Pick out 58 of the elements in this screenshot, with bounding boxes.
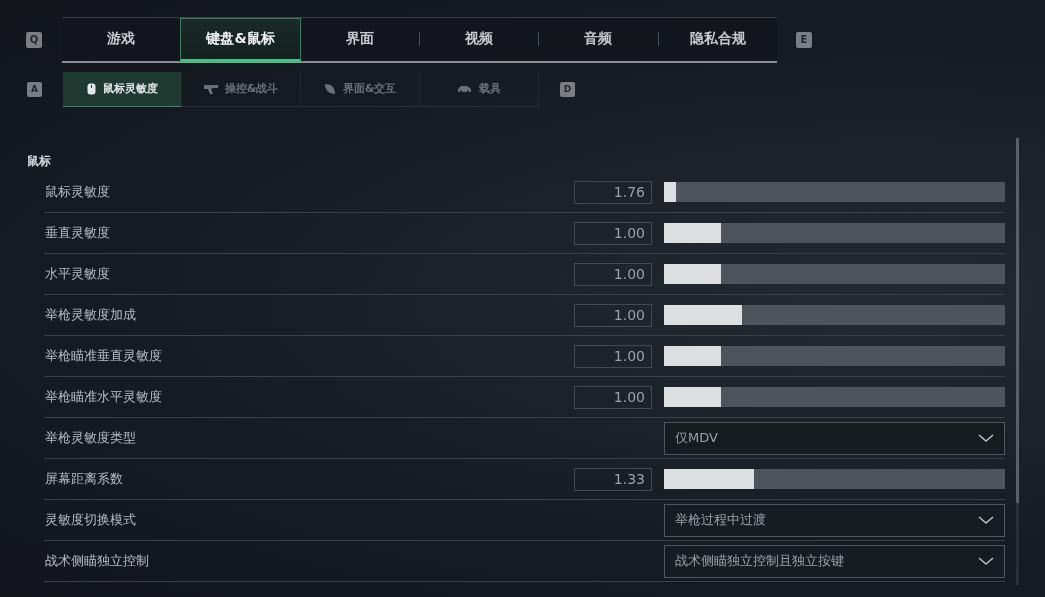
slider-fill[interactable] bbox=[664, 223, 721, 243]
chevron-down-icon bbox=[978, 433, 994, 443]
slider-fill[interactable] bbox=[664, 346, 721, 366]
slider-track[interactable] bbox=[664, 469, 1005, 489]
chevron-down-icon bbox=[978, 515, 994, 525]
value-field[interactable]: 1.76 bbox=[574, 180, 652, 204]
chevron-down-icon bbox=[978, 556, 994, 566]
setting-label: 屏幕距离系数 bbox=[44, 470, 124, 488]
car-icon bbox=[457, 83, 472, 94]
subtab[interactable]: 操控&战斗 bbox=[182, 71, 301, 106]
slider-fill[interactable] bbox=[664, 305, 743, 325]
scrollbar[interactable] bbox=[1016, 138, 1019, 585]
dropdown[interactable]: 战术侧瞄独立控制且独立按键 bbox=[664, 544, 1005, 578]
slider-fill[interactable] bbox=[664, 264, 721, 284]
value-field[interactable]: 1.33 bbox=[574, 467, 652, 491]
gun-icon bbox=[203, 83, 218, 94]
setting-label: 垂直灵敏度 bbox=[44, 224, 111, 242]
tab[interactable]: 界面 bbox=[300, 17, 419, 61]
key-hint[interactable]: E bbox=[796, 31, 812, 48]
slider-track[interactable] bbox=[664, 223, 1005, 243]
setting-label: 战术侧瞄独立控制 bbox=[44, 552, 150, 570]
section-title: 鼠标 bbox=[27, 153, 52, 170]
subtab[interactable]: 鼠标灵敏度 bbox=[63, 71, 182, 107]
slider-fill[interactable] bbox=[664, 182, 676, 202]
subtab[interactable]: 载具 bbox=[420, 71, 539, 106]
value-field[interactable]: 1.00 bbox=[574, 303, 652, 327]
value-field[interactable]: 1.00 bbox=[574, 221, 652, 245]
value-field[interactable]: 1.00 bbox=[574, 385, 652, 409]
slider-track[interactable] bbox=[664, 305, 1005, 325]
subtab[interactable]: 界面&交互 bbox=[301, 71, 420, 106]
setting-label: 举枪瞄准水平灵敏度 bbox=[44, 388, 163, 406]
value-field[interactable]: 1.00 bbox=[574, 262, 652, 286]
slider-track[interactable] bbox=[664, 182, 1005, 202]
slider-track[interactable] bbox=[664, 264, 1005, 284]
setting-label: 水平灵敏度 bbox=[44, 265, 111, 283]
slider-fill[interactable] bbox=[664, 387, 721, 407]
setting-label: 鼠标灵敏度 bbox=[44, 183, 111, 201]
value-field[interactable]: 1.00 bbox=[574, 344, 652, 368]
setting-label: 举枪灵敏度加成 bbox=[44, 306, 137, 324]
tab[interactable]: 游戏 bbox=[62, 17, 181, 61]
key-hint[interactable]: D bbox=[560, 81, 575, 97]
setting-label: 举枪瞄准垂直灵敏度 bbox=[44, 347, 163, 365]
key-hint[interactable]: Q bbox=[26, 31, 42, 48]
setting-label: 灵敏度切换模式 bbox=[44, 511, 137, 529]
slider-track[interactable] bbox=[664, 346, 1005, 366]
key-hint[interactable]: A bbox=[27, 81, 42, 97]
tab[interactable]: 音频 bbox=[539, 17, 658, 61]
setting-label: 举枪灵敏度类型 bbox=[44, 429, 137, 447]
leaf-icon bbox=[323, 82, 336, 95]
mouse-icon bbox=[86, 82, 96, 95]
tab[interactable]: 隐私合规 bbox=[658, 17, 777, 61]
scrollbar-thumb[interactable] bbox=[1016, 138, 1019, 503]
slider-track[interactable] bbox=[664, 387, 1005, 407]
tab[interactable]: 视频 bbox=[420, 17, 539, 61]
slider-fill[interactable] bbox=[664, 469, 754, 489]
tab[interactable]: 键盘&鼠标 bbox=[180, 17, 301, 63]
dropdown[interactable]: 举枪过程中过渡 bbox=[664, 503, 1005, 537]
dropdown[interactable]: 仅MDV bbox=[664, 421, 1005, 455]
